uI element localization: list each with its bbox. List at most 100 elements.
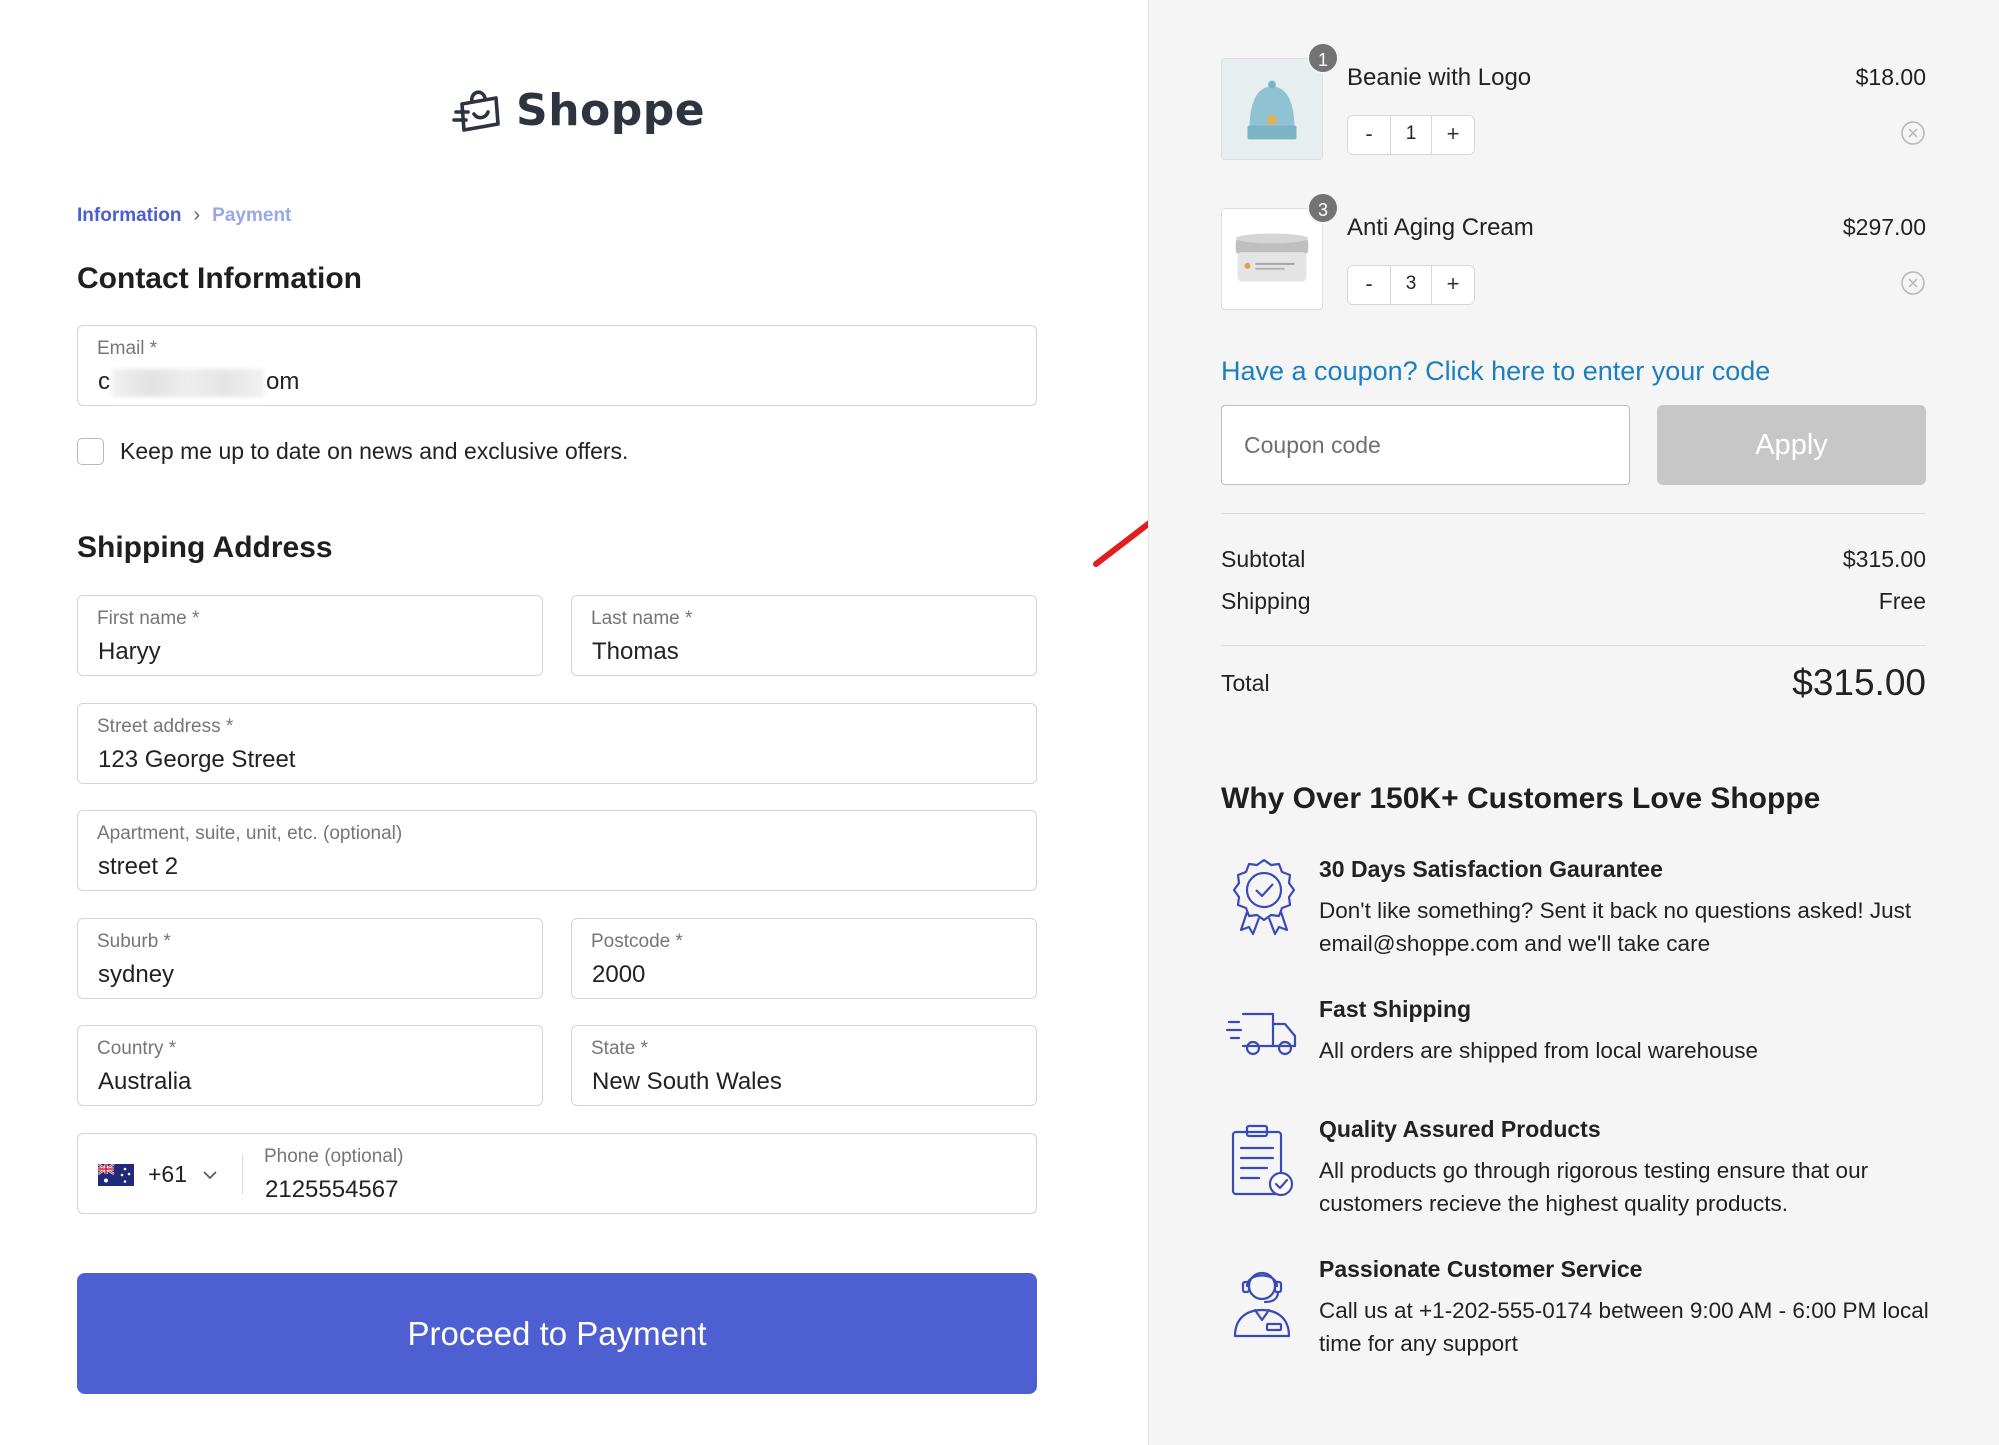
delivery-truck-icon: [1225, 1012, 1297, 1056]
phone-field: +61 Phone (optional) 2125554567: [77, 1133, 1037, 1214]
country-label: Country *: [97, 1038, 177, 1059]
first-name-label: First name *: [97, 608, 200, 629]
state-select[interactable]: State * New South Wales: [571, 1025, 1037, 1106]
postcode-value: 2000: [592, 961, 646, 988]
product-price: $18.00: [1855, 64, 1926, 90]
country-value: Australia: [98, 1068, 192, 1095]
apply-coupon-button[interactable]: Apply: [1657, 405, 1926, 485]
street-address-value: 123 George Street: [98, 746, 296, 773]
australia-flag-icon: [98, 1163, 134, 1186]
street-address-label: Street address *: [97, 716, 234, 737]
country-code: +61: [148, 1161, 188, 1187]
breadcrumb-payment[interactable]: Payment: [212, 205, 291, 227]
feature-description: Call us at +1-202-555-0174 between 9:00 …: [1319, 1298, 1929, 1356]
quantity-stepper: - 3 +: [1347, 265, 1475, 305]
phone-divider: [242, 1154, 243, 1194]
country-code-dropdown[interactable]: +61: [98, 1161, 219, 1188]
subtotal-value: $315.00: [1842, 546, 1926, 572]
remove-item-icon[interactable]: [1900, 120, 1926, 146]
summary-divider: [1221, 513, 1926, 514]
last-name-field[interactable]: Last name * Thomas: [571, 595, 1037, 676]
subtotal-label: Subtotal: [1221, 546, 1306, 572]
order-summary-panel: 1 Beanie with Logo $18.00 - 1 + 3 Anti A…: [1148, 0, 1999, 1445]
brand-logo[interactable]: Shoppe: [450, 82, 705, 138]
suburb-field[interactable]: Suburb * sydney: [77, 918, 543, 999]
product-thumbnail[interactable]: [1221, 58, 1323, 160]
feature-title: Quality Assured Products: [1319, 1116, 1601, 1142]
shipping-label: Shipping: [1221, 588, 1311, 614]
suburb-label: Suburb *: [97, 931, 171, 952]
subtotal-row: Subtotal $315.00: [1221, 546, 1926, 573]
feature-description: All orders are shipped from local wareho…: [1319, 1038, 1758, 1063]
email-field[interactable]: Email * c om: [77, 325, 1037, 406]
product-name: Beanie with Logo: [1347, 64, 1532, 91]
shipping-address-heading: Shipping Address: [77, 531, 333, 564]
feature-description: Don't like something? Sent it back no qu…: [1319, 898, 1912, 956]
shopping-bag-logo-icon: [452, 90, 500, 132]
award-badge-icon: [1232, 858, 1296, 936]
support-agent-icon: [1233, 1271, 1291, 1338]
breadcrumb-information[interactable]: Information: [77, 205, 182, 227]
clipboard-check-icon: [1231, 1124, 1294, 1197]
increase-quantity-button[interactable]: +: [1432, 116, 1474, 154]
feature-title: Fast Shipping: [1319, 996, 1472, 1022]
total-row: Total $315.00: [1221, 662, 1926, 704]
redacted-email-blur: [112, 368, 264, 397]
state-label: State *: [591, 1038, 649, 1059]
postcode-field[interactable]: Postcode * 2000: [571, 918, 1037, 999]
newsletter-checkbox[interactable]: [77, 438, 104, 465]
quantity-stepper: - 1 +: [1347, 115, 1475, 155]
cart-item: 3 Anti Aging Cream $297.00 - 3 +: [1221, 192, 1926, 312]
remove-item-icon[interactable]: [1900, 270, 1926, 296]
quantity-badge: 1: [1307, 42, 1339, 74]
decrease-quantity-button[interactable]: -: [1348, 266, 1390, 304]
checkout-form-panel: Shoppe Information › Payment Contact Inf…: [0, 0, 1148, 1445]
product-name: Anti Aging Cream: [1347, 214, 1534, 241]
cart-item: 1 Beanie with Logo $18.00 - 1 +: [1221, 42, 1926, 162]
country-select[interactable]: Country * Australia: [77, 1025, 543, 1106]
newsletter-label: Keep me up to date on news and exclusive…: [120, 438, 629, 464]
brand-name: Shoppe: [516, 84, 706, 136]
product-price: $297.00: [1842, 214, 1926, 240]
breadcrumb: Information › Payment: [77, 204, 291, 227]
apartment-label: Apartment, suite, unit, etc. (optional): [97, 823, 403, 844]
chevron-right-icon: ›: [193, 204, 201, 226]
feature-title: 30 Days Satisfaction Gaurantee: [1319, 856, 1663, 882]
phone-label: Phone (optional): [264, 1146, 404, 1167]
phone-input[interactable]: 2125554567: [265, 1176, 398, 1204]
email-label: Email *: [97, 338, 158, 359]
increase-quantity-button[interactable]: +: [1432, 266, 1474, 304]
first-name-field[interactable]: First name * Haryy: [77, 595, 543, 676]
quantity-badge: 3: [1307, 192, 1339, 224]
why-customers-heading: Why Over 150K+ Customers Love Shoppe: [1221, 782, 1821, 815]
decrease-quantity-button[interactable]: -: [1348, 116, 1390, 154]
quantity-value[interactable]: 1: [1390, 116, 1432, 154]
feature-title: Passionate Customer Service: [1319, 1256, 1643, 1282]
cream-jar-image-icon: [1222, 209, 1322, 309]
shipping-value: Free: [1878, 588, 1926, 614]
coupon-link[interactable]: Have a coupon? Click here to enter your …: [1221, 356, 1770, 387]
coupon-code-input[interactable]: [1221, 405, 1630, 485]
postcode-label: Postcode *: [591, 931, 683, 952]
total-label: Total: [1221, 669, 1270, 696]
beanie-image-icon: [1222, 59, 1322, 159]
quantity-value[interactable]: 3: [1390, 266, 1432, 304]
product-thumbnail[interactable]: [1221, 208, 1323, 310]
suburb-value: sydney: [98, 961, 175, 988]
email-value: c om: [98, 368, 300, 397]
total-value: $315.00: [1792, 662, 1926, 703]
total-divider: [1221, 645, 1926, 646]
last-name-value: Thomas: [592, 638, 679, 665]
apartment-field[interactable]: Apartment, suite, unit, etc. (optional) …: [77, 810, 1037, 891]
state-value: New South Wales: [592, 1068, 782, 1095]
last-name-label: Last name *: [591, 608, 693, 629]
street-address-field[interactable]: Street address * 123 George Street: [77, 703, 1037, 784]
feature-description: All products go through rigorous testing…: [1319, 1158, 1869, 1216]
newsletter-option: Keep me up to date on news and exclusive…: [77, 438, 628, 465]
first-name-value: Haryy: [98, 638, 161, 665]
contact-information-heading: Contact Information: [77, 262, 362, 295]
chevron-down-icon: [203, 1170, 217, 1179]
shipping-row: Shipping Free: [1221, 588, 1926, 615]
apartment-value: street 2: [98, 853, 179, 880]
proceed-to-payment-button[interactable]: Proceed to Payment: [77, 1273, 1037, 1394]
